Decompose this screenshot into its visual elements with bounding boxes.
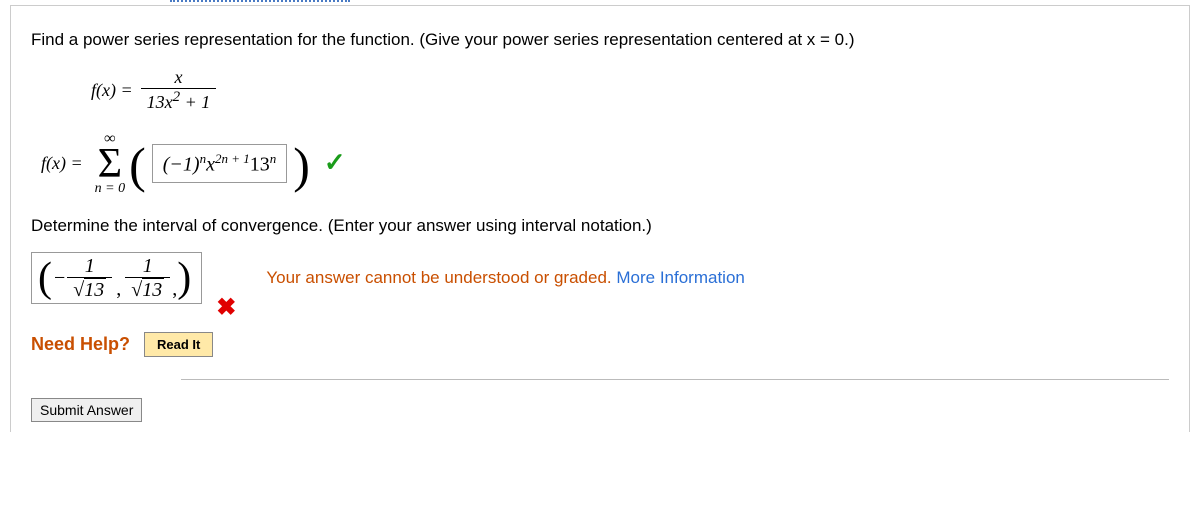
function-definition: f(x) = x 13x2 + 1 — [91, 68, 1169, 113]
numerator: x — [168, 68, 188, 88]
need-help-label: Need Help? — [31, 334, 130, 355]
problem-prompt: Find a power series representation for t… — [31, 30, 1169, 50]
sigma-icon: Σ — [98, 147, 122, 183]
check-icon: ✓ — [324, 148, 346, 178]
feedback-message: Your answer cannot be understood or grad… — [266, 268, 745, 288]
series-row: f(x) = ∞ Σ n = 0 ( (−1)nx2n + 113n ) ✓ — [41, 131, 1169, 197]
interval-prompt: Determine the interval of convergence. (… — [31, 216, 1169, 236]
fx-label: f(x) = — [91, 80, 133, 101]
interval-answer-input[interactable]: ( − 1 √13 , 1 √13 , ) — [31, 252, 202, 304]
more-info-link[interactable]: More Information — [616, 268, 745, 287]
cross-icon: ✖ — [216, 293, 236, 322]
series-fx-label: f(x) = — [41, 153, 83, 174]
interval-row: ( − 1 √13 , 1 √13 , ) ✖ — [31, 252, 1169, 304]
series-expression: (−1)nx2n + 113n — [163, 151, 277, 177]
help-row: Need Help? Read It — [31, 332, 1169, 357]
sum-lower: n = 0 — [95, 182, 125, 196]
dotted-separator — [170, 0, 350, 3]
divider — [181, 379, 1169, 380]
read-it-button[interactable]: Read It — [144, 332, 213, 357]
summation-symbol: ∞ Σ n = 0 — [95, 131, 125, 197]
submit-answer-button[interactable]: Submit Answer — [31, 398, 142, 422]
function-fraction: x 13x2 + 1 — [141, 68, 217, 113]
series-answer-input[interactable]: (−1)nx2n + 113n — [152, 144, 288, 184]
denominator: 13x2 + 1 — [141, 88, 217, 113]
interval-expression: ( − 1 √13 , 1 √13 , ) — [38, 255, 191, 301]
problem-container: Find a power series representation for t… — [10, 6, 1190, 432]
